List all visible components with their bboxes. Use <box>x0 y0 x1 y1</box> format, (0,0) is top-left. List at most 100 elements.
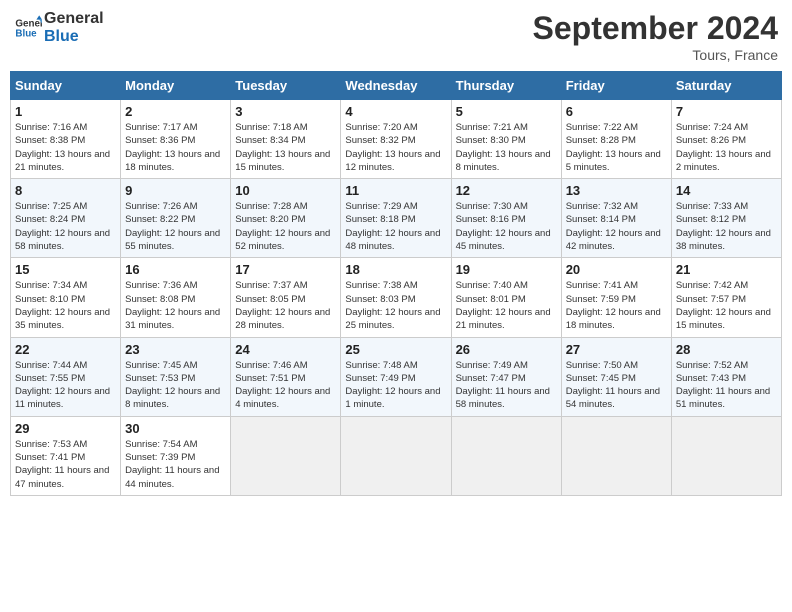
day-number: 25 <box>345 342 446 357</box>
day-cell-28: 28 Sunrise: 7:52 AMSunset: 7:43 PMDayligh… <box>671 337 781 416</box>
month-title: September 2024 <box>533 10 778 47</box>
day-number: 16 <box>125 262 226 277</box>
empty-cell <box>671 416 781 495</box>
day-number: 18 <box>345 262 446 277</box>
day-detail: Sunrise: 7:50 AMSunset: 7:45 PMDaylight:… <box>566 359 667 412</box>
day-detail: Sunrise: 7:30 AMSunset: 8:16 PMDaylight:… <box>456 200 557 253</box>
day-detail: Sunrise: 7:46 AMSunset: 7:51 PMDaylight:… <box>235 359 336 412</box>
logo-icon: General Blue <box>14 14 42 42</box>
day-number: 4 <box>345 104 446 119</box>
logo-line2: Blue <box>44 28 104 46</box>
day-detail: Sunrise: 7:28 AMSunset: 8:20 PMDaylight:… <box>235 200 336 253</box>
day-detail: Sunrise: 7:22 AMSunset: 8:28 PMDaylight:… <box>566 121 667 174</box>
title-block: September 2024 Tours, France <box>533 10 778 63</box>
day-cell-4: 4 Sunrise: 7:20 AMSunset: 8:32 PMDaylight… <box>341 100 451 179</box>
day-cell-14: 14 Sunrise: 7:33 AMSunset: 8:12 PMDayligh… <box>671 179 781 258</box>
day-cell-8: 8 Sunrise: 7:25 AMSunset: 8:24 PMDaylight… <box>11 179 121 258</box>
day-number: 27 <box>566 342 667 357</box>
day-cell-2: 2 Sunrise: 7:17 AMSunset: 8:36 PMDaylight… <box>121 100 231 179</box>
day-number: 13 <box>566 183 667 198</box>
day-cell-7: 7 Sunrise: 7:24 AMSunset: 8:26 PMDaylight… <box>671 100 781 179</box>
day-detail: Sunrise: 7:53 AMSunset: 7:41 PMDaylight:… <box>15 438 116 491</box>
day-detail: Sunrise: 7:45 AMSunset: 7:53 PMDaylight:… <box>125 359 226 412</box>
day-detail: Sunrise: 7:26 AMSunset: 8:22 PMDaylight:… <box>125 200 226 253</box>
day-header-tuesday: Tuesday <box>231 72 341 100</box>
day-detail: Sunrise: 7:21 AMSunset: 8:30 PMDaylight:… <box>456 121 557 174</box>
empty-cell <box>451 416 561 495</box>
day-number: 11 <box>345 183 446 198</box>
day-detail: Sunrise: 7:17 AMSunset: 8:36 PMDaylight:… <box>125 121 226 174</box>
day-header-friday: Friday <box>561 72 671 100</box>
day-header-monday: Monday <box>121 72 231 100</box>
header-row: SundayMondayTuesdayWednesdayThursdayFrid… <box>11 72 782 100</box>
day-detail: Sunrise: 7:24 AMSunset: 8:26 PMDaylight:… <box>676 121 777 174</box>
day-cell-19: 19 Sunrise: 7:40 AMSunset: 8:01 PMDayligh… <box>451 258 561 337</box>
day-cell-9: 9Sunrise: 7:26 AMSunset: 8:22 PMDaylight… <box>121 179 231 258</box>
day-detail: Sunrise: 7:36 AMSunset: 8:08 PMDaylight:… <box>125 279 226 332</box>
day-cell-30: 30Sunrise: 7:54 AMSunset: 7:39 PMDayligh… <box>121 416 231 495</box>
day-cell-26: 26 Sunrise: 7:49 AMSunset: 7:47 PMDayligh… <box>451 337 561 416</box>
day-number: 8 <box>15 183 116 198</box>
day-cell-5: 5 Sunrise: 7:21 AMSunset: 8:30 PMDaylight… <box>451 100 561 179</box>
day-detail: Sunrise: 7:49 AMSunset: 7:47 PMDaylight:… <box>456 359 557 412</box>
day-number: 2 <box>125 104 226 119</box>
day-cell-29: 29 Sunrise: 7:53 AMSunset: 7:41 PMDayligh… <box>11 416 121 495</box>
day-cell-20: 20Sunrise: 7:41 AMSunset: 7:59 PMDayligh… <box>561 258 671 337</box>
day-header-sunday: Sunday <box>11 72 121 100</box>
day-cell-22: 22Sunrise: 7:44 AMSunset: 7:55 PMDayligh… <box>11 337 121 416</box>
day-detail: Sunrise: 7:40 AMSunset: 8:01 PMDaylight:… <box>456 279 557 332</box>
day-number: 17 <box>235 262 336 277</box>
week-row-2: 8 Sunrise: 7:25 AMSunset: 8:24 PMDaylight… <box>11 179 782 258</box>
day-cell-13: 13 Sunrise: 7:32 AMSunset: 8:14 PMDayligh… <box>561 179 671 258</box>
day-number: 24 <box>235 342 336 357</box>
day-cell-27: 27 Sunrise: 7:50 AMSunset: 7:45 PMDayligh… <box>561 337 671 416</box>
day-cell-12: 12 Sunrise: 7:30 AMSunset: 8:16 PMDayligh… <box>451 179 561 258</box>
week-row-4: 22Sunrise: 7:44 AMSunset: 7:55 PMDayligh… <box>11 337 782 416</box>
day-number: 15 <box>15 262 116 277</box>
day-cell-25: 25 Sunrise: 7:48 AMSunset: 7:49 PMDayligh… <box>341 337 451 416</box>
location: Tours, France <box>533 47 778 63</box>
day-cell-6: 6Sunrise: 7:22 AMSunset: 8:28 PMDaylight… <box>561 100 671 179</box>
day-header-saturday: Saturday <box>671 72 781 100</box>
day-cell-11: 11 Sunrise: 7:29 AMSunset: 8:18 PMDayligh… <box>341 179 451 258</box>
day-cell-15: 15Sunrise: 7:34 AMSunset: 8:10 PMDayligh… <box>11 258 121 337</box>
day-cell-21: 21Sunrise: 7:42 AMSunset: 7:57 PMDayligh… <box>671 258 781 337</box>
day-cell-10: 10 Sunrise: 7:28 AMSunset: 8:20 PMDayligh… <box>231 179 341 258</box>
day-detail: Sunrise: 7:32 AMSunset: 8:14 PMDaylight:… <box>566 200 667 253</box>
day-number: 19 <box>456 262 557 277</box>
day-number: 28 <box>676 342 777 357</box>
day-number: 14 <box>676 183 777 198</box>
day-detail: Sunrise: 7:25 AMSunset: 8:24 PMDaylight:… <box>15 200 116 253</box>
day-detail: Sunrise: 7:48 AMSunset: 7:49 PMDaylight:… <box>345 359 446 412</box>
day-number: 26 <box>456 342 557 357</box>
day-cell-3: 3Sunrise: 7:18 AMSunset: 8:34 PMDaylight… <box>231 100 341 179</box>
day-detail: Sunrise: 7:29 AMSunset: 8:18 PMDaylight:… <box>345 200 446 253</box>
empty-cell <box>561 416 671 495</box>
day-detail: Sunrise: 7:33 AMSunset: 8:12 PMDaylight:… <box>676 200 777 253</box>
day-detail: Sunrise: 7:37 AMSunset: 8:05 PMDaylight:… <box>235 279 336 332</box>
day-detail: Sunrise: 7:18 AMSunset: 8:34 PMDaylight:… <box>235 121 336 174</box>
day-number: 29 <box>15 421 116 436</box>
logo-line1: General <box>44 10 104 28</box>
empty-cell <box>341 416 451 495</box>
day-cell-23: 23 Sunrise: 7:45 AMSunset: 7:53 PMDayligh… <box>121 337 231 416</box>
day-cell-17: 17 Sunrise: 7:37 AMSunset: 8:05 PMDayligh… <box>231 258 341 337</box>
day-number: 10 <box>235 183 336 198</box>
day-number: 7 <box>676 104 777 119</box>
day-number: 5 <box>456 104 557 119</box>
day-number: 1 <box>15 104 116 119</box>
day-number: 30 <box>125 421 226 436</box>
week-row-5: 29 Sunrise: 7:53 AMSunset: 7:41 PMDayligh… <box>11 416 782 495</box>
day-number: 12 <box>456 183 557 198</box>
day-cell-1: 1 Sunrise: 7:16 AMSunset: 8:38 PMDaylight… <box>11 100 121 179</box>
day-detail: Sunrise: 7:38 AMSunset: 8:03 PMDaylight:… <box>345 279 446 332</box>
day-detail: Sunrise: 7:42 AMSunset: 7:57 PMDaylight:… <box>676 279 777 332</box>
day-detail: Sunrise: 7:20 AMSunset: 8:32 PMDaylight:… <box>345 121 446 174</box>
svg-text:Blue: Blue <box>15 28 37 39</box>
week-row-1: 1 Sunrise: 7:16 AMSunset: 8:38 PMDaylight… <box>11 100 782 179</box>
day-number: 23 <box>125 342 226 357</box>
day-detail: Sunrise: 7:52 AMSunset: 7:43 PMDaylight:… <box>676 359 777 412</box>
calendar-table: SundayMondayTuesdayWednesdayThursdayFrid… <box>10 71 782 496</box>
day-detail: Sunrise: 7:16 AMSunset: 8:38 PMDaylight:… <box>15 121 116 174</box>
page-header: General Blue General Blue September 2024… <box>10 10 782 63</box>
